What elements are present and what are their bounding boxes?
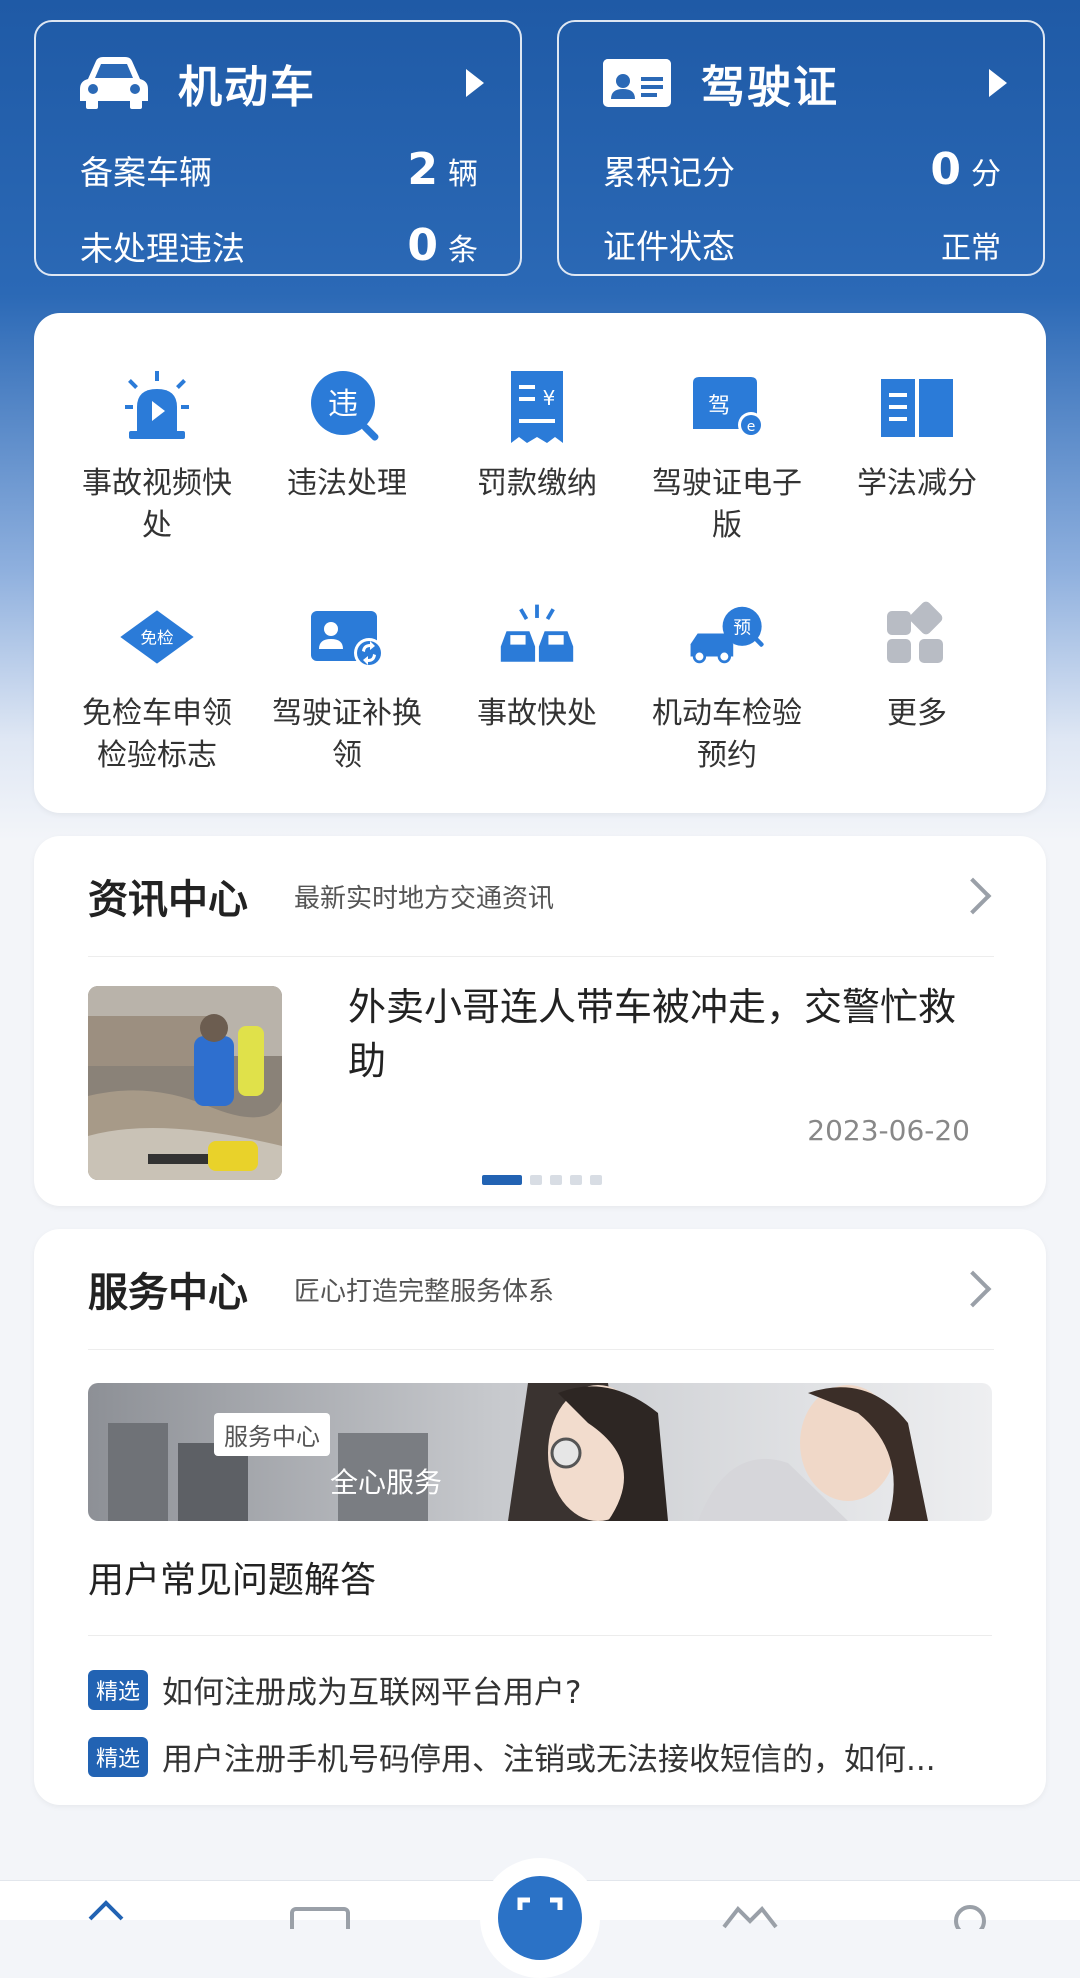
service-center-panel: 服务中心 匠心打造完整服务体系 服务中心 全心服务 用户常见问题解答 精选 如何… xyxy=(34,1229,1046,1805)
vehicle-card-header[interactable]: 机动车 xyxy=(78,48,484,118)
chevron-right-icon xyxy=(954,877,992,915)
quick-item-violation[interactable]: 违 违法处理 xyxy=(252,367,442,505)
fine-receipt-icon: ¥ xyxy=(497,367,577,447)
quick-item-study-law[interactable]: 学法减分 xyxy=(822,367,1012,505)
exempt-badge-icon: 免检 xyxy=(117,597,197,677)
quick-item-label: 驾驶证电子版 xyxy=(652,466,802,543)
quick-item-label: 事故快处 xyxy=(477,696,597,731)
quick-item-e-license[interactable]: 驾 e 驾驶证电子版 xyxy=(632,367,822,547)
faq-title[interactable]: 用户常见问题解答 xyxy=(88,1551,376,1603)
divider xyxy=(88,1635,992,1636)
quick-item-label: 机动车检验预约 xyxy=(652,696,802,773)
svg-text:e: e xyxy=(747,419,756,435)
svg-text:驾: 驾 xyxy=(708,394,730,419)
alarm-light-icon xyxy=(117,367,197,447)
quick-item-more[interactable]: 更多 xyxy=(822,597,1012,735)
chevron-right-icon xyxy=(954,1270,992,1308)
registered-vehicles-unit: 辆 xyxy=(448,157,478,192)
carousel-dot-active xyxy=(482,1175,522,1185)
quick-item-label: 事故视频快处 xyxy=(82,466,232,543)
unprocessed-violations-label: 未处理违法 xyxy=(80,229,245,268)
registered-vehicles-row: 备案车辆 2 辆 xyxy=(80,144,478,195)
service-center-subtitle: 匠心打造完整服务体系 xyxy=(294,1276,555,1307)
service-center-header[interactable]: 服务中心 匠心打造完整服务体系 xyxy=(88,1229,994,1350)
home-icon[interactable] xyxy=(86,1899,126,1929)
faq-question-item[interactable]: 精选 用户注册手机号码停用、注销或无法接收短信的，如何... xyxy=(88,1734,1006,1779)
faq-question-text: 如何注册成为互联网平台用户? xyxy=(162,1675,582,1711)
scan-button[interactable] xyxy=(480,1858,600,1978)
news-center-subtitle: 最新实时地方交通资讯 xyxy=(294,883,555,914)
license-renew-icon xyxy=(307,597,387,677)
carousel-dot xyxy=(530,1175,542,1185)
service-center-title: 服务中心 xyxy=(88,1270,248,1316)
quick-item-label: 罚款缴纳 xyxy=(477,466,597,501)
car-crash-icon xyxy=(497,597,577,677)
quick-item-accident-video[interactable]: 事故视频快处 xyxy=(62,367,252,547)
news-center-header[interactable]: 资讯中心 最新实时地方交通资讯 xyxy=(88,836,994,957)
svg-text:预: 预 xyxy=(733,617,751,638)
accumulated-points-unit: 分 xyxy=(971,157,1001,192)
unprocessed-violations-row: 未处理违法 0 条 xyxy=(80,220,478,271)
quick-item-exempt-inspection[interactable]: 免检 免检车申领检验标志 xyxy=(62,597,252,777)
news-headline[interactable]: 外卖小哥连人带车被冲走，交警忙救助 xyxy=(348,980,974,1088)
violation-search-icon: 违 xyxy=(307,367,387,447)
carousel-indicator xyxy=(482,1175,610,1185)
license-card-title: 驾驶证 xyxy=(701,62,839,113)
message-icon[interactable] xyxy=(290,1899,350,1941)
license-card-header[interactable]: 驾驶证 xyxy=(601,48,1007,118)
featured-tag: 精选 xyxy=(88,1669,149,1710)
vehicle-card-title: 机动车 xyxy=(178,62,316,113)
carousel-dot xyxy=(570,1175,582,1185)
registered-vehicles-label: 备案车辆 xyxy=(80,153,212,192)
news-date: 2023-06-20 xyxy=(807,1114,970,1147)
more-grid-icon xyxy=(877,597,957,677)
quick-item-license-renewal[interactable]: 驾驶证补换领 xyxy=(252,597,442,777)
quick-item-inspection-appointment[interactable]: 预 机动车检验预约 xyxy=(632,597,822,777)
accumulated-points-label: 累积记分 xyxy=(603,153,735,192)
quick-item-fine-payment[interactable]: ¥ 罚款缴纳 xyxy=(442,367,632,505)
book-icon xyxy=(877,367,957,447)
accumulated-points-value: 0 xyxy=(930,144,961,195)
accumulated-points-row: 累积记分 0 分 xyxy=(603,144,1001,195)
vehicle-appointment-icon: 预 xyxy=(687,597,767,677)
license-status-row: 证件状态 正常 xyxy=(603,220,1001,268)
service-banner-tag: 服务中心 xyxy=(214,1413,330,1456)
user-icon[interactable] xyxy=(950,1899,990,1937)
quick-item-accident-quick[interactable]: 事故快处 xyxy=(442,597,632,735)
svg-text:免检: 免检 xyxy=(140,629,174,648)
unprocessed-violations-unit: 条 xyxy=(448,233,478,268)
featured-tag: 精选 xyxy=(88,1736,149,1777)
service-icon[interactable] xyxy=(720,1899,778,1929)
license-status-value: 正常 xyxy=(941,231,1001,266)
news-center-panel: 资讯中心 最新实时地方交通资讯 外卖小哥连人带车被冲走，交警忙救助 2023-0… xyxy=(34,836,1046,1206)
arrow-right-icon xyxy=(466,69,484,97)
unprocessed-violations-count: 0 xyxy=(407,220,438,271)
faq-question-item[interactable]: 精选 如何注册成为互联网平台用户? xyxy=(88,1667,1006,1712)
quick-item-label: 更多 xyxy=(887,696,947,731)
news-thumbnail-image[interactable] xyxy=(88,986,282,1180)
quick-services-panel: 事故视频快处 违 违法处理 ¥ 罚款缴纳 驾 e 驾驶证电子版 学法减分 免检 … xyxy=(34,313,1046,813)
quick-item-label: 违法处理 xyxy=(287,466,407,501)
license-card[interactable]: 驾驶证 累积记分 0 分 证件状态 正常 xyxy=(557,20,1045,276)
svg-text:¥: ¥ xyxy=(543,386,556,410)
id-card-icon xyxy=(601,53,673,113)
quick-item-label: 免检车申领检验标志 xyxy=(82,696,232,773)
car-icon xyxy=(78,53,150,113)
carousel-dot xyxy=(590,1175,602,1185)
faq-question-text: 用户注册手机号码停用、注销或无法接收短信的，如何... xyxy=(162,1742,936,1778)
quick-item-label: 学法减分 xyxy=(857,466,977,501)
vehicle-card[interactable]: 机动车 备案车辆 2 辆 未处理违法 0 条 xyxy=(34,20,522,276)
scan-icon xyxy=(498,1876,582,1960)
quick-item-label: 驾驶证补换领 xyxy=(272,696,422,773)
svg-text:违: 违 xyxy=(328,387,358,422)
license-status-label: 证件状态 xyxy=(603,227,735,266)
service-banner[interactable]: 服务中心 全心服务 xyxy=(88,1383,992,1521)
arrow-right-icon xyxy=(989,69,1007,97)
news-center-title: 资讯中心 xyxy=(88,877,248,923)
service-banner-text: 全心服务 xyxy=(330,1466,443,1499)
registered-vehicles-count: 2 xyxy=(407,144,438,195)
e-license-icon: 驾 e xyxy=(687,367,767,447)
carousel-dot xyxy=(550,1175,562,1185)
